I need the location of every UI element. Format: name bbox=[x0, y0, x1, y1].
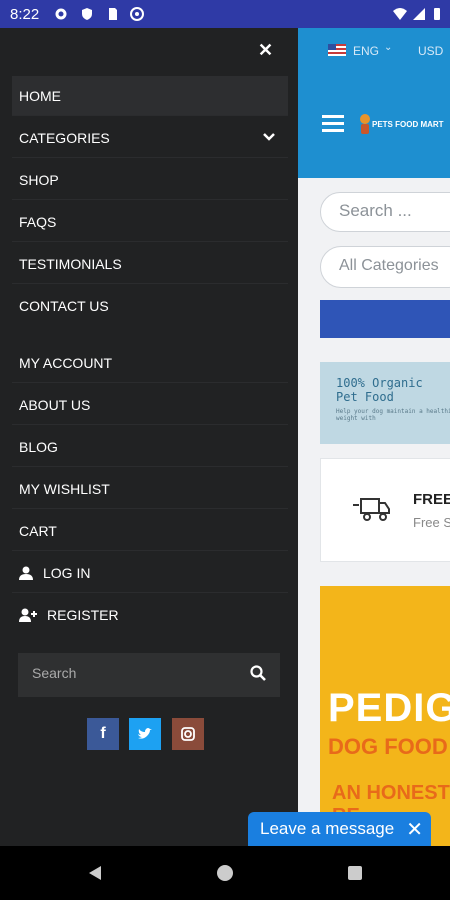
menu-label: CATEGORIES bbox=[19, 129, 110, 146]
top-bar: ENG ⌄ USD bbox=[298, 28, 450, 72]
search-button[interactable] bbox=[320, 300, 450, 338]
site-search-input[interactable]: Search ... bbox=[320, 192, 450, 232]
user-plus-icon bbox=[19, 608, 37, 622]
menu-item-home[interactable]: HOME bbox=[12, 76, 288, 116]
sim-card-icon bbox=[109, 8, 117, 20]
currency-selector[interactable]: USD bbox=[418, 44, 443, 58]
hamburger-menu-icon[interactable] bbox=[322, 114, 344, 134]
category-select[interactable]: All Categories bbox=[320, 246, 450, 288]
banner-line2: Pet Food bbox=[336, 390, 394, 404]
menu-label: REGISTER bbox=[47, 607, 119, 623]
pedigree-brand: PEDIGRE bbox=[328, 686, 450, 730]
wifi-icon bbox=[393, 8, 407, 20]
drawer-search-placeholder: Search bbox=[32, 665, 77, 681]
menu-item-about-us[interactable]: ABOUT US bbox=[12, 385, 288, 425]
menu-label: SHOP bbox=[19, 171, 59, 188]
instagram-glyph bbox=[181, 727, 195, 741]
menu-label: BLOG bbox=[19, 438, 58, 455]
menu-item-shop[interactable]: SHOP bbox=[12, 160, 288, 200]
menu-label: ABOUT US bbox=[19, 396, 91, 413]
menu-item-blog[interactable]: BLOG bbox=[12, 427, 288, 467]
menu-label: MY ACCOUNT bbox=[19, 354, 113, 371]
menu-item-register[interactable]: REGISTER bbox=[12, 595, 288, 635]
logo-mark-icon bbox=[360, 114, 370, 134]
menu-item-cart[interactable]: CART bbox=[12, 511, 288, 551]
menu-item-categories[interactable]: CATEGORIES bbox=[12, 118, 288, 158]
home-icon[interactable] bbox=[216, 864, 234, 882]
menu-item-faqs[interactable]: FAQS bbox=[12, 202, 288, 242]
leave-message-chat[interactable]: Leave a message ✕ bbox=[248, 812, 431, 846]
chevron-down-icon: ⌄ bbox=[384, 42, 393, 53]
menu-label: LOG IN bbox=[43, 564, 91, 581]
shield-icon bbox=[82, 8, 92, 20]
site-logo[interactable]: PETS FOOD MART bbox=[372, 120, 444, 129]
menu-item-my-account[interactable]: MY ACCOUNT bbox=[12, 343, 288, 383]
settings-icon bbox=[55, 8, 67, 20]
shipping-subtitle: Free S bbox=[413, 515, 450, 530]
truck-icon bbox=[353, 498, 390, 521]
navigation-drawer: ✕ HOME CATEGORIES SHOP FAQS TESTIMONIALS… bbox=[0, 28, 298, 846]
recents-icon[interactable] bbox=[346, 864, 364, 882]
menu-item-my-wishlist[interactable]: MY WISHLIST bbox=[12, 469, 288, 509]
at-sign-icon bbox=[130, 7, 144, 21]
twitter-icon[interactable] bbox=[129, 718, 161, 750]
menu-label: FAQS bbox=[19, 213, 57, 230]
search-icon[interactable] bbox=[250, 665, 266, 681]
status-bar: 8:22 bbox=[0, 0, 450, 28]
back-icon[interactable] bbox=[86, 864, 104, 882]
menu-label: HOME bbox=[19, 87, 61, 104]
shipping-title: FREE bbox=[413, 491, 450, 508]
instagram-icon[interactable] bbox=[172, 718, 204, 750]
drawer-search-input[interactable]: Search bbox=[18, 653, 280, 697]
close-icon[interactable]: ✕ bbox=[406, 817, 423, 842]
menu-item-testimonials[interactable]: TESTIMONIALS bbox=[12, 244, 288, 284]
user-icon bbox=[19, 566, 33, 580]
menu-label: CONTACT US bbox=[19, 298, 109, 314]
language-selector[interactable]: ENG bbox=[353, 44, 379, 58]
menu-item-log-in[interactable]: LOG IN bbox=[12, 553, 288, 593]
organic-food-banner[interactable]: 100% Organic Pet Food Help your dog main… bbox=[320, 362, 450, 444]
facebook-icon[interactable]: f bbox=[87, 718, 119, 750]
chat-label: Leave a message bbox=[260, 819, 395, 838]
menu-item-contact-us[interactable]: CONTACT US bbox=[12, 286, 288, 326]
us-flag-icon bbox=[328, 44, 346, 56]
free-shipping-box: FREE Free S bbox=[320, 458, 450, 562]
banner-line1: 100% Organic bbox=[336, 376, 423, 390]
system-nav-bar bbox=[0, 846, 450, 900]
status-time: 8:22 bbox=[10, 6, 40, 23]
close-icon[interactable]: ✕ bbox=[258, 40, 273, 61]
banner-tagline: Help your dog maintain a healthier weigh… bbox=[336, 408, 450, 422]
site-header: PETS FOOD MART bbox=[298, 72, 450, 178]
pedigree-banner[interactable]: PEDIGRE DOG FOOD AN HONEST RE bbox=[320, 586, 450, 848]
twitter-bird bbox=[138, 728, 152, 739]
signal-icon bbox=[413, 8, 425, 20]
menu-label: TESTIMONIALS bbox=[19, 255, 122, 272]
chevron-down-icon[interactable] bbox=[262, 130, 276, 144]
pedigree-subtitle: DOG FOOD bbox=[328, 734, 448, 759]
menu-label: CART bbox=[19, 522, 57, 539]
facebook-glyph: f bbox=[100, 725, 106, 742]
battery-icon bbox=[434, 8, 440, 20]
menu-label: MY WISHLIST bbox=[19, 480, 110, 497]
